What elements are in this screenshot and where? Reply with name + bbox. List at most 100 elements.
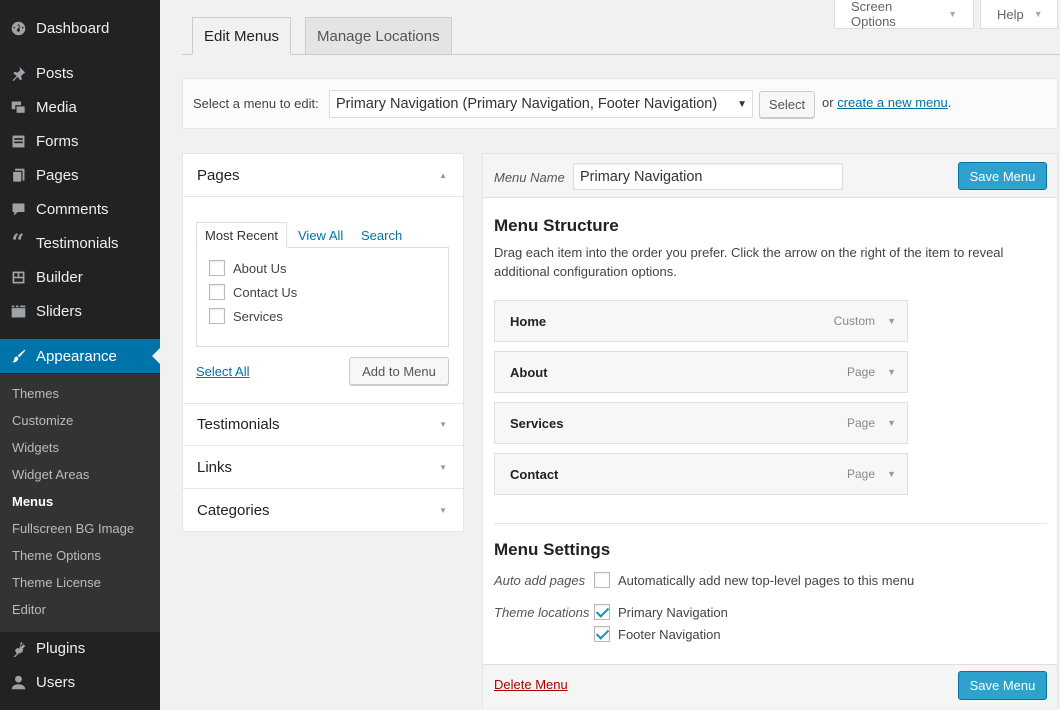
tab-most-recent[interactable]: Most Recent	[196, 222, 287, 248]
period-text: .	[947, 95, 952, 110]
submenu-item-widget-areas[interactable]: Widget Areas	[12, 467, 89, 482]
submenu-item-editor[interactable]: Editor	[12, 602, 46, 617]
submenu-item-themes[interactable]: Themes	[12, 386, 59, 401]
page-checkbox[interactable]	[209, 260, 225, 276]
pages-section-title: Pages	[197, 166, 240, 184]
section-divider	[494, 523, 1047, 524]
comments-icon	[0, 201, 36, 218]
menu-item-about[interactable]: About Page ▼	[494, 351, 908, 393]
menu-item-home[interactable]: Home Custom ▼	[494, 300, 908, 342]
help-button[interactable]: Help ▼	[980, 0, 1058, 29]
location-checkbox-row[interactable]: Primary Navigation	[594, 604, 728, 620]
menu-editor: Menu Name Primary Navigation Save Menu M…	[482, 153, 1058, 708]
sidebar-item-forms[interactable]: Forms	[0, 124, 160, 158]
admin-sidebar: Dashboard Posts Media Forms Pages Commen…	[0, 0, 160, 710]
menu-editor-header: Menu Name Primary Navigation Save Menu	[483, 154, 1057, 198]
submenu-item-menus[interactable]: Menus	[12, 494, 53, 509]
media-icon	[0, 99, 36, 116]
sidebar-item-appearance[interactable]: Appearance	[0, 339, 160, 373]
select-menu-button[interactable]: Select	[759, 91, 815, 118]
page-checkbox-row[interactable]: Contact Us	[209, 284, 297, 300]
section-title: Links	[197, 458, 233, 476]
menu-name-input[interactable]: Primary Navigation	[573, 163, 843, 190]
submenu-item-theme-options[interactable]: Theme Options	[12, 548, 101, 563]
tab-search[interactable]: Search	[361, 222, 402, 248]
theme-locations-label: Theme locations	[494, 605, 590, 620]
menu-item-services[interactable]: Services Page ▼	[494, 402, 908, 444]
page-checkbox[interactable]	[209, 284, 225, 300]
expand-arrow-icon: ▼	[439, 420, 447, 429]
tab-manage-locations[interactable]: Manage Locations	[305, 17, 452, 55]
dropdown-arrow-icon: ▼	[737, 98, 747, 110]
menu-item-title: Contact	[510, 466, 559, 482]
sidebar-item-sliders[interactable]: Sliders	[0, 294, 160, 328]
links-section-header[interactable]: Links ▼	[183, 446, 463, 489]
footer-navigation-checkbox[interactable]	[594, 626, 610, 642]
sidebar-item-comments[interactable]: Comments	[0, 192, 160, 226]
location-label: Footer Navigation	[618, 626, 721, 642]
expand-item-arrow-icon[interactable]: ▼	[887, 418, 896, 428]
help-label: Help	[997, 6, 1024, 22]
tab-view-all[interactable]: View All	[298, 222, 343, 248]
save-menu-button-bottom[interactable]: Save Menu	[958, 671, 1047, 700]
pages-icon	[0, 167, 36, 184]
sidebar-item-label: Forms	[36, 132, 79, 150]
menu-item-type: Page	[846, 416, 875, 430]
menu-item-title: Home	[510, 313, 547, 329]
submenu-item-fullscreen-bg[interactable]: Fullscreen BG Image	[12, 521, 134, 536]
submenu-item-theme-license[interactable]: Theme License	[12, 575, 101, 590]
sidebar-item-testimonials[interactable]: “ Testimonials	[0, 226, 160, 260]
brush-icon	[0, 348, 36, 365]
screen-options-button[interactable]: Screen Options ▼	[834, 0, 974, 29]
sidebar-item-dashboard[interactable]: Dashboard	[0, 11, 160, 45]
sidebar-item-pages[interactable]: Pages	[0, 158, 160, 192]
dashboard-icon	[0, 20, 36, 37]
sidebar-item-label: Plugins	[36, 639, 86, 657]
submenu-item-customize[interactable]: Customize	[12, 413, 73, 428]
save-menu-button-top[interactable]: Save Menu	[958, 162, 1047, 190]
page-checkbox-label: Contact Us	[233, 284, 298, 300]
user-icon	[0, 674, 36, 691]
sidebar-item-media[interactable]: Media	[0, 90, 160, 124]
categories-section-header[interactable]: Categories ▼	[183, 489, 463, 532]
menu-editor-footer: Delete Menu Save Menu	[483, 664, 1057, 708]
auto-add-checkbox[interactable]	[594, 572, 610, 588]
submenu-item-widgets[interactable]: Widgets	[12, 440, 59, 455]
delete-menu-link[interactable]: Delete Menu	[494, 677, 568, 692]
caret-down-icon: ▼	[1033, 9, 1043, 19]
sliders-icon	[0, 303, 36, 320]
menu-settings-title: Menu Settings	[494, 540, 611, 559]
sidebar-item-users[interactable]: Users	[0, 665, 160, 699]
page-checkbox-row[interactable]: About Us	[209, 260, 286, 276]
collapse-arrow-icon: ▲	[439, 170, 447, 180]
appearance-submenu: Themes Customize Widgets Widget Areas Me…	[0, 374, 160, 632]
auto-add-checkbox-row[interactable]: Automatically add new top-level pages to…	[594, 572, 914, 588]
add-to-menu-button[interactable]: Add to Menu	[349, 357, 449, 385]
caret-down-icon: ▼	[948, 9, 957, 19]
sidebar-item-plugins[interactable]: Plugins	[0, 631, 160, 665]
page-checkbox-row[interactable]: Services	[209, 308, 283, 324]
menu-item-contact[interactable]: Contact Page ▼	[494, 453, 908, 495]
sidebar-item-label: Dashboard	[36, 19, 110, 37]
primary-navigation-checkbox[interactable]	[594, 604, 610, 620]
page-checkbox-label: About Us	[233, 260, 287, 276]
sidebar-item-posts[interactable]: Posts	[0, 56, 160, 90]
expand-item-arrow-icon[interactable]: ▼	[887, 469, 896, 479]
sidebar-item-builder[interactable]: Builder	[0, 260, 160, 294]
screen-options-label: Screen Options	[851, 0, 896, 29]
location-checkbox-row[interactable]: Footer Navigation	[594, 626, 721, 642]
menu-select[interactable]: Primary Navigation (Primary Navigation, …	[329, 90, 753, 118]
page-checkbox[interactable]	[209, 308, 225, 324]
create-menu-text: or create a new menu.	[822, 95, 951, 110]
select-all-link[interactable]: Select All	[196, 364, 249, 379]
expand-arrow-icon: ▼	[439, 462, 447, 472]
create-new-menu-link[interactable]: create a new menu	[837, 95, 948, 110]
menu-item-title: About	[510, 364, 548, 380]
quote-icon: “	[11, 230, 25, 256]
manage-menus-bar: Select a menu to edit: Primary Navigatio…	[182, 78, 1058, 129]
pages-section-header[interactable]: Pages ▲	[183, 154, 463, 197]
tab-edit-menus[interactable]: Edit Menus	[192, 17, 292, 55]
expand-item-arrow-icon[interactable]: ▼	[887, 316, 896, 326]
testimonials-section-header[interactable]: Testimonials ▼	[183, 403, 463, 446]
expand-item-arrow-icon[interactable]: ▼	[887, 367, 896, 377]
